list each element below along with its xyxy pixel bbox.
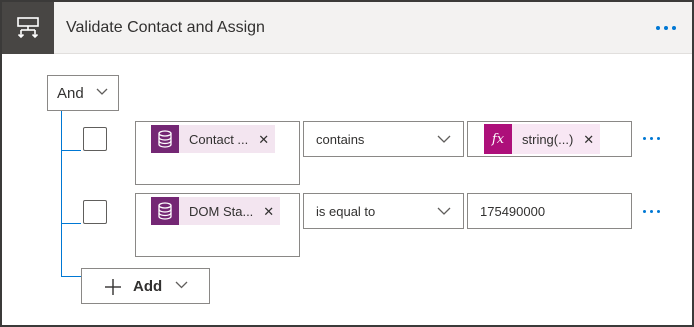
- operator-dropdown[interactable]: contains: [303, 121, 464, 157]
- add-button[interactable]: Add: [81, 268, 210, 304]
- more-options-icon[interactable]: [650, 16, 682, 40]
- row-checkbox[interactable]: [83, 127, 107, 151]
- operator-value: is equal to: [316, 203, 376, 219]
- tree-branch: [61, 276, 81, 277]
- chevron-down-icon: [437, 207, 451, 215]
- chevron-down-icon: [175, 281, 188, 289]
- dataverse-icon: [151, 197, 179, 225]
- condition-card: Validate Contact and Assign And Contact …: [0, 0, 694, 327]
- condition-icon: [2, 2, 54, 54]
- chevron-down-icon: [96, 88, 108, 95]
- token-label: Contact ...: [189, 131, 249, 147]
- dataverse-icon: [151, 125, 179, 153]
- token-label: string(...): [522, 131, 574, 147]
- close-icon[interactable]: ✕: [263, 205, 274, 218]
- add-label: Add: [133, 278, 163, 295]
- row-more-options-icon[interactable]: [638, 132, 664, 144]
- tree-branch: [61, 150, 81, 151]
- token-label: DOM Sta...: [189, 203, 254, 219]
- condition-operand[interactable]: Contact ... ✕: [135, 121, 300, 185]
- plus-icon: [105, 279, 121, 295]
- expression-token[interactable]: fx string(...) ✕: [484, 124, 601, 154]
- operator-value: contains: [316, 131, 365, 147]
- value-text: 175490000: [480, 204, 546, 219]
- dynamic-content-token[interactable]: Contact ... ✕: [151, 125, 276, 153]
- tree-connector: [61, 111, 62, 277]
- tree-branch: [61, 223, 81, 224]
- condition-operand[interactable]: DOM Sta... ✕: [135, 193, 300, 257]
- dynamic-content-token[interactable]: DOM Sta... ✕: [151, 197, 281, 225]
- close-icon[interactable]: ✕: [583, 133, 594, 146]
- close-icon[interactable]: ✕: [258, 133, 269, 146]
- fx-expression-icon: fx: [484, 124, 512, 154]
- logic-operator-value: And: [57, 84, 84, 102]
- chevron-down-icon: [437, 135, 451, 143]
- condition-value[interactable]: fx string(...) ✕: [467, 121, 632, 157]
- row-more-options-icon[interactable]: [638, 205, 664, 217]
- card-header[interactable]: Validate Contact and Assign: [2, 2, 692, 54]
- condition-value-input[interactable]: 175490000: [467, 193, 632, 229]
- row-checkbox[interactable]: [83, 200, 107, 224]
- operator-dropdown[interactable]: is equal to: [303, 193, 464, 229]
- logic-operator-dropdown[interactable]: And: [47, 75, 119, 111]
- card-title: Validate Contact and Assign: [66, 19, 265, 36]
